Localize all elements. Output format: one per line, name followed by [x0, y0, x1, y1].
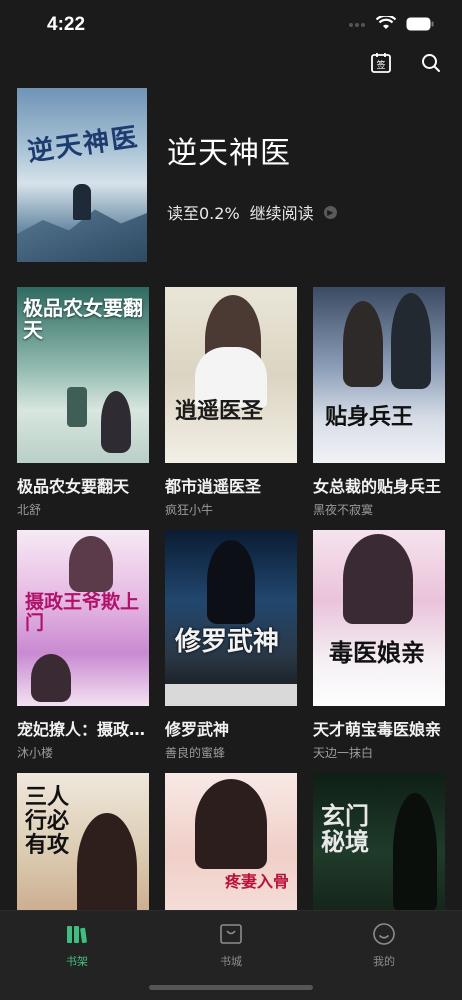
- cover-text: 毒医娘亲: [329, 638, 425, 667]
- cover-text: 三人行必有攻: [25, 784, 70, 859]
- home-indicator[interactable]: [149, 985, 313, 990]
- status-icons: [348, 14, 434, 35]
- cover-character-art: [77, 813, 137, 923]
- reading-progress: 读至0.2%: [167, 204, 240, 223]
- book-title[interactable]: 都市逍遥医圣: [165, 473, 297, 497]
- cover-character-art: [391, 293, 431, 389]
- book-item[interactable]: 逍遥医圣 都市逍遥医圣 疯狂小牛: [165, 287, 297, 518]
- tab-label: 书架: [66, 955, 88, 968]
- cover-text: 修罗武神: [175, 627, 280, 657]
- book-item[interactable]: 极品农女要翻天 极品农女要翻天 北舒: [17, 287, 149, 518]
- book-author: 沐小楼: [17, 746, 54, 760]
- store-icon: [218, 921, 244, 947]
- cover-text: 摄政王爷欺上门: [25, 591, 140, 634]
- search-icon[interactable]: [418, 50, 444, 76]
- book-title[interactable]: 女总裁的贴身兵王: [313, 473, 445, 497]
- book-item[interactable]: 毒医娘亲 天才萌宝毒医娘亲 天边一抹白: [313, 530, 445, 761]
- cover-footer-art: [165, 684, 297, 706]
- status-bar: 4:22: [0, 0, 462, 50]
- continue-reading-label[interactable]: 继续阅读: [250, 200, 314, 224]
- profile-icon: [371, 921, 397, 947]
- battery-icon: [406, 16, 434, 35]
- cover-character-art: [195, 779, 267, 869]
- cover-figure-art: [73, 184, 91, 220]
- book-cover[interactable]: 贴身兵王: [313, 287, 445, 463]
- cover-character-art: [343, 301, 383, 387]
- book-cover[interactable]: 逍遥医圣: [165, 287, 297, 463]
- book-author: 黑夜不寂寞: [313, 503, 374, 517]
- book-author: 善良的蜜蜂: [165, 746, 226, 760]
- cover-lantern-art: [67, 387, 87, 427]
- book-item[interactable]: 贴身兵王 女总裁的贴身兵王 黑夜不寂寞: [313, 287, 445, 518]
- book-title[interactable]: 天才萌宝毒医娘亲: [313, 716, 445, 740]
- featured-book-title[interactable]: 逆天神医: [167, 128, 291, 172]
- book-cover[interactable]: 修罗武神: [165, 530, 297, 706]
- book-cover[interactable]: 毒医娘亲: [313, 530, 445, 706]
- tab-bookstore[interactable]: 书城: [191, 921, 271, 969]
- book-cover[interactable]: 极品农女要翻天: [17, 287, 149, 463]
- book-item[interactable]: 修罗武神 修罗武神 善良的蜜蜂: [165, 530, 297, 761]
- book-author: 天边一抹白: [313, 746, 374, 760]
- book-author: 疯狂小牛: [165, 503, 214, 517]
- book-item[interactable]: 摄政王爷欺上门 宠妃撩人：摄政王爷欺上门 沐小楼: [17, 530, 149, 761]
- featured-book-cover[interactable]: 逆天神医: [17, 88, 147, 262]
- book-title[interactable]: 宠妃撩人：摄政王爷欺上门: [17, 716, 149, 740]
- cover-character-art: [31, 654, 71, 702]
- cover-text: 玄门秘境: [321, 801, 369, 857]
- cover-character-art: [393, 793, 437, 913]
- bookshelf-icon: [64, 921, 90, 947]
- featured-book[interactable]: 逆天神医 逆天神医 读至0.2% 继续阅读 ▶: [17, 88, 447, 262]
- cover-text: 贴身兵王: [325, 404, 414, 430]
- tab-label: 书城: [220, 955, 242, 968]
- tab-bookshelf[interactable]: 书架: [37, 921, 117, 969]
- cover-character-art: [101, 391, 131, 453]
- featured-cover-text: 逆天神医: [25, 122, 141, 168]
- cover-text: 极品农女要翻天: [23, 296, 143, 342]
- sign-in-calendar-icon[interactable]: 签: [368, 50, 394, 76]
- wifi-icon: [375, 14, 397, 35]
- cover-text: 疼妻入骨: [225, 872, 290, 891]
- cover-character-art: [207, 540, 255, 624]
- svg-text:签: 签: [376, 59, 385, 71]
- cover-text: 逍遥医圣: [175, 398, 264, 424]
- top-actions: 签: [368, 50, 444, 76]
- tab-profile[interactable]: 我的: [344, 921, 424, 969]
- status-time: 4:22: [47, 14, 86, 35]
- cover-character-art: [69, 536, 113, 592]
- book-title[interactable]: 极品农女要翻天: [17, 473, 149, 497]
- tab-label: 我的: [373, 955, 395, 968]
- book-cover[interactable]: 摄政王爷欺上门: [17, 530, 149, 706]
- chevron-right-icon: ▶: [323, 205, 337, 219]
- book-author: 北舒: [17, 503, 42, 517]
- signal-icon: [348, 16, 366, 35]
- continue-reading[interactable]: 读至0.2% 继续阅读 ▶: [167, 200, 337, 224]
- book-title[interactable]: 修罗武神: [165, 716, 297, 740]
- cover-character-art: [343, 534, 413, 624]
